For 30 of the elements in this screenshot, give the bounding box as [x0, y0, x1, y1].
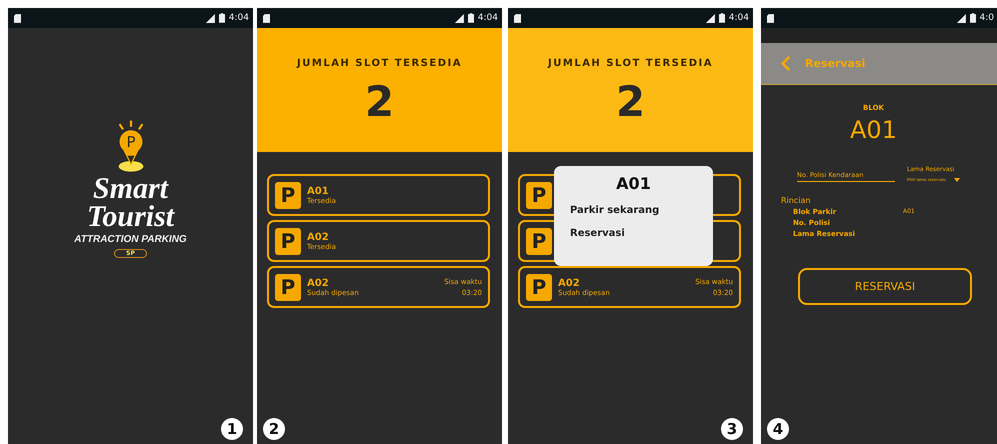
slot-count: 2 [364, 77, 394, 126]
slot-code: A02 [307, 278, 330, 288]
step-number-badge: 2 [263, 418, 285, 440]
parking-icon: P [526, 274, 552, 300]
status-time: 4:0 [980, 13, 994, 23]
slot-code: A02 [307, 232, 330, 242]
step-number-badge: 1 [221, 418, 243, 440]
slot-code: A01 [307, 186, 330, 196]
status-time: 4:04 [728, 13, 749, 23]
logo-tagline: ATTRACTION PARKING [74, 234, 187, 245]
status-time: 4:04 [228, 13, 249, 23]
parking-icon: P [526, 182, 552, 208]
slot-code: A02 [558, 278, 581, 288]
parking-icon: P [275, 274, 301, 300]
parking-icon: P [526, 228, 552, 254]
logo-text: Smart [92, 174, 168, 204]
section-title: Rincian [781, 196, 810, 205]
slot-count: 2 [616, 77, 646, 126]
header-title: JUMLAH SLOT TERSEDIA [548, 58, 713, 69]
status-time: 4:04 [478, 13, 498, 23]
step-number-badge: 4 [767, 418, 789, 440]
block-value: A01 [850, 116, 897, 144]
step-number-badge: 3 [721, 418, 743, 440]
parking-icon: P [275, 228, 301, 254]
logo-text: Tourist [86, 202, 174, 232]
app-bar-title: Reservasi [805, 57, 866, 70]
parking-pin-drawing: P [108, 120, 152, 174]
header-title: JUMLAH SLOT TERSEDIA [297, 58, 462, 69]
parking-icon: P [275, 182, 301, 208]
dialog-title: A01 [616, 174, 651, 193]
